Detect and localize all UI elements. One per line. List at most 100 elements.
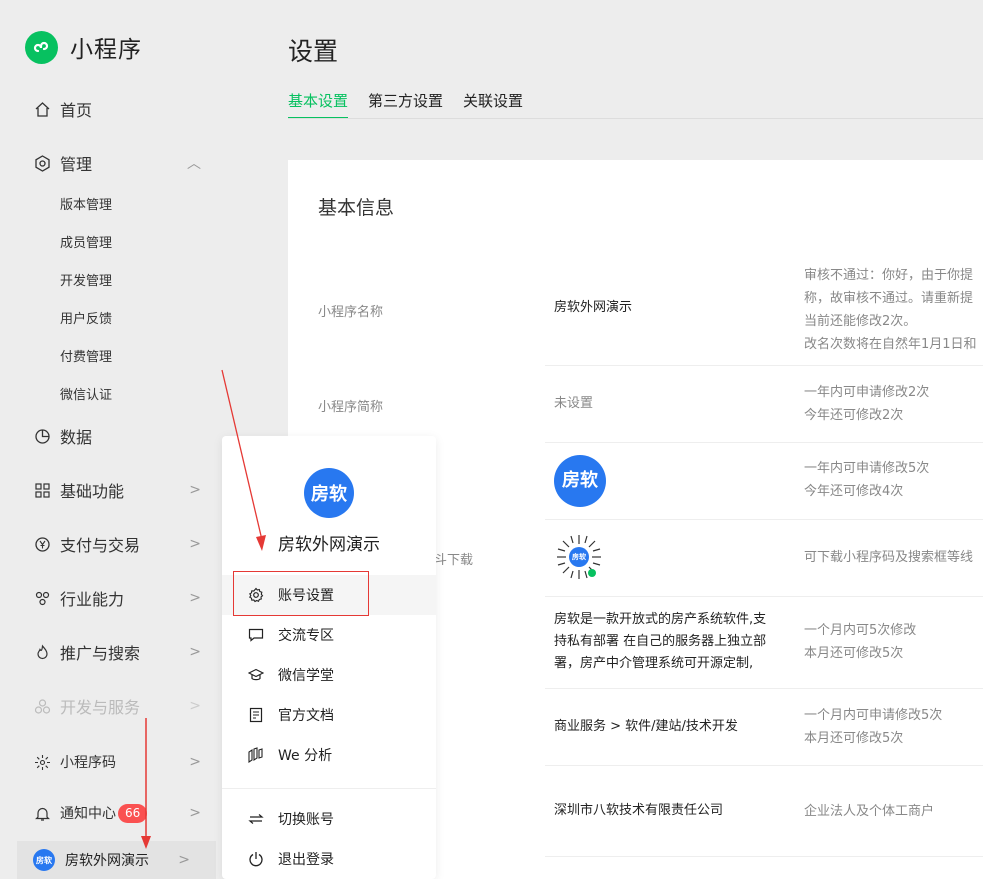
pie-chart-icon <box>33 427 51 445</box>
desc-line: 一年内可申请修改2次 <box>804 385 930 400</box>
mini-program-logo-icon <box>25 30 58 64</box>
chevron-right-icon: > <box>189 805 201 821</box>
menu-switch-account[interactable]: 切换账号 <box>222 799 436 839</box>
menu-label: 切换账号 <box>278 812 334 828</box>
sub-members[interactable]: 成员管理 <box>60 232 112 251</box>
sub-payment[interactable]: 付费管理 <box>60 346 112 365</box>
nav-dev-service[interactable]: 开发与服务 > <box>33 694 203 718</box>
nav-mini-code-label: 小程序码 <box>60 755 116 771</box>
desc-line: 今年还可修改4次 <box>804 484 904 499</box>
nav-notify-label: 通知中心 <box>60 806 116 822</box>
menu-label: 账号设置 <box>278 588 334 604</box>
desc-line: 企业法人及个体工商户 <box>804 804 935 819</box>
row-desc: 审核不通过：你好，由于你提 称，故审核不通过。请重新提 当前还能修改2次。 改名… <box>804 264 977 356</box>
desc-line: 可下载小程序码及搜索框等线 <box>804 550 974 565</box>
row-label: 小程序简称 <box>318 400 384 415</box>
row-desc: 一年内可申请修改2次 今年还可修改2次 <box>804 381 929 427</box>
home-icon <box>33 100 51 118</box>
desc-line: 当前还能修改2次。 <box>804 314 917 329</box>
power-icon <box>247 850 265 868</box>
row-label: 斗下载 <box>434 553 474 568</box>
nav-home[interactable]: 首页 <box>33 97 203 121</box>
sidebar: 小程序 首页 管理 ︿ 版本管理 成员管理 开发管理 用户反馈 付费管理 微信认… <box>0 0 218 879</box>
row-desc: 企业法人及个体工商户 <box>804 800 934 823</box>
row-value: 房软外网演示 <box>554 300 633 315</box>
sub-dev[interactable]: 开发管理 <box>60 270 112 289</box>
menu-logout[interactable]: 退出登录 <box>222 839 436 879</box>
analytics-icon <box>247 746 265 764</box>
row-desc: 一个月内可申请修改5次 本月还可修改5次 <box>804 704 942 750</box>
nav-promotion[interactable]: 推广与搜索 > <box>33 640 203 664</box>
nav-basic[interactable]: 基础功能 > <box>33 478 203 502</box>
intro-line: 房软是一款开放式的房产系统软件,支 <box>554 612 767 627</box>
tab-third-party[interactable]: 第三方设置 <box>368 90 443 119</box>
industry-icon <box>33 589 51 607</box>
row-desc: 可下载小程序码及搜索框等线 <box>804 546 973 569</box>
desc-line: 一年内可申请修改5次 <box>804 461 930 476</box>
desc-line: 本月还可修改5次 <box>804 731 904 746</box>
chevron-right-icon: > <box>189 644 201 660</box>
avatar: 房软 <box>33 849 55 871</box>
nav-home-label: 首页 <box>60 101 93 120</box>
nav-promotion-label: 推广与搜索 <box>60 644 141 663</box>
chevron-right-icon: > <box>189 590 201 606</box>
tab-basic-settings[interactable]: 基本设置 <box>288 90 349 119</box>
app-logo[interactable]: 小程序 <box>25 30 142 64</box>
row-divider <box>545 856 983 857</box>
account-switcher[interactable]: 房软 房软外网演示 > <box>17 841 216 879</box>
sub-feedback[interactable]: 用户反馈 <box>60 308 112 327</box>
section-title: 基本信息 <box>318 197 395 219</box>
qr-center-label: 房软 <box>572 553 586 561</box>
menu-label: We 分析 <box>278 748 333 764</box>
row-value: 未设置 <box>554 396 594 411</box>
menu-account-settings[interactable]: 账号设置 <box>222 575 436 615</box>
chevron-up-icon: ︿ <box>187 156 201 172</box>
chevron-right-icon: > <box>178 852 190 868</box>
menu-academy[interactable]: 微信学堂 <box>222 655 436 695</box>
row-desc: 一个月内可5次修改 本月还可修改5次 <box>804 619 916 665</box>
desc-line: 改名次数将在自然年1月1日和 <box>804 337 977 352</box>
nav-manage[interactable]: 管理 ︿ <box>33 151 203 175</box>
dev-service-icon <box>33 697 51 715</box>
sub-verify[interactable]: 微信认证 <box>60 384 112 403</box>
popup-account-name: 房软外网演示 <box>278 535 380 555</box>
menu-label: 微信学堂 <box>278 668 334 684</box>
flame-icon <box>33 643 51 661</box>
row-value: 房软 <box>554 455 606 507</box>
notify-count-badge: 66 <box>118 803 148 823</box>
nav-basic-label: 基础功能 <box>60 482 125 501</box>
chevron-right-icon: > <box>189 754 201 770</box>
row-short-name: 小程序简称 未设置 一年内可申请修改2次 今年还可修改2次 <box>288 366 983 443</box>
gear-icon <box>33 154 51 172</box>
nav-notify[interactable]: 通知中心 66 > <box>33 803 203 823</box>
desc-line: 审核不通过：你好，由于你提 <box>804 268 974 283</box>
app-title: 小程序 <box>70 37 142 63</box>
menu-docs[interactable]: 官方文档 <box>222 695 436 735</box>
gear-icon <box>247 586 265 604</box>
nav-payment[interactable]: 支付与交易 > <box>33 532 203 556</box>
account-name: 房软外网演示 <box>65 853 149 869</box>
row-desc: 一年内可申请修改5次 今年还可修改4次 <box>804 457 929 503</box>
tab-linked[interactable]: 关联设置 <box>463 90 523 119</box>
bell-icon <box>33 804 51 822</box>
yen-icon <box>33 535 51 553</box>
menu-we-analysis[interactable]: We 分析 <box>222 735 436 775</box>
row-value: 深圳市八软技术有限责任公司 <box>554 803 724 818</box>
nav-industry[interactable]: 行业能力 > <box>33 586 203 610</box>
desc-line: 称，故审核不通过。请重新提 <box>804 291 974 306</box>
nav-manage-label: 管理 <box>60 155 93 174</box>
switch-icon <box>247 810 265 828</box>
sub-version[interactable]: 版本管理 <box>60 194 112 213</box>
menu-label: 交流专区 <box>278 628 334 644</box>
menu-community[interactable]: 交流专区 <box>222 615 436 655</box>
nav-mini-code[interactable]: 小程序码 > <box>33 752 203 772</box>
row-label: 小程序名称 <box>318 305 384 320</box>
page-title: 设置 <box>288 37 339 66</box>
nav-data[interactable]: 数据 <box>33 424 203 448</box>
account-popup-menu: 房软 房软外网演示 账号设置 交流专区 微信学堂 官方文档 We 分析 切换账号… <box>222 436 436 879</box>
nav-dev-service-label: 开发与服务 <box>60 698 141 717</box>
desc-line: 一个月内可5次修改 <box>804 623 917 638</box>
chevron-right-icon: > <box>189 482 201 498</box>
nav-data-label: 数据 <box>60 428 93 447</box>
qr-code-image[interactable]: 房软 <box>554 532 604 582</box>
